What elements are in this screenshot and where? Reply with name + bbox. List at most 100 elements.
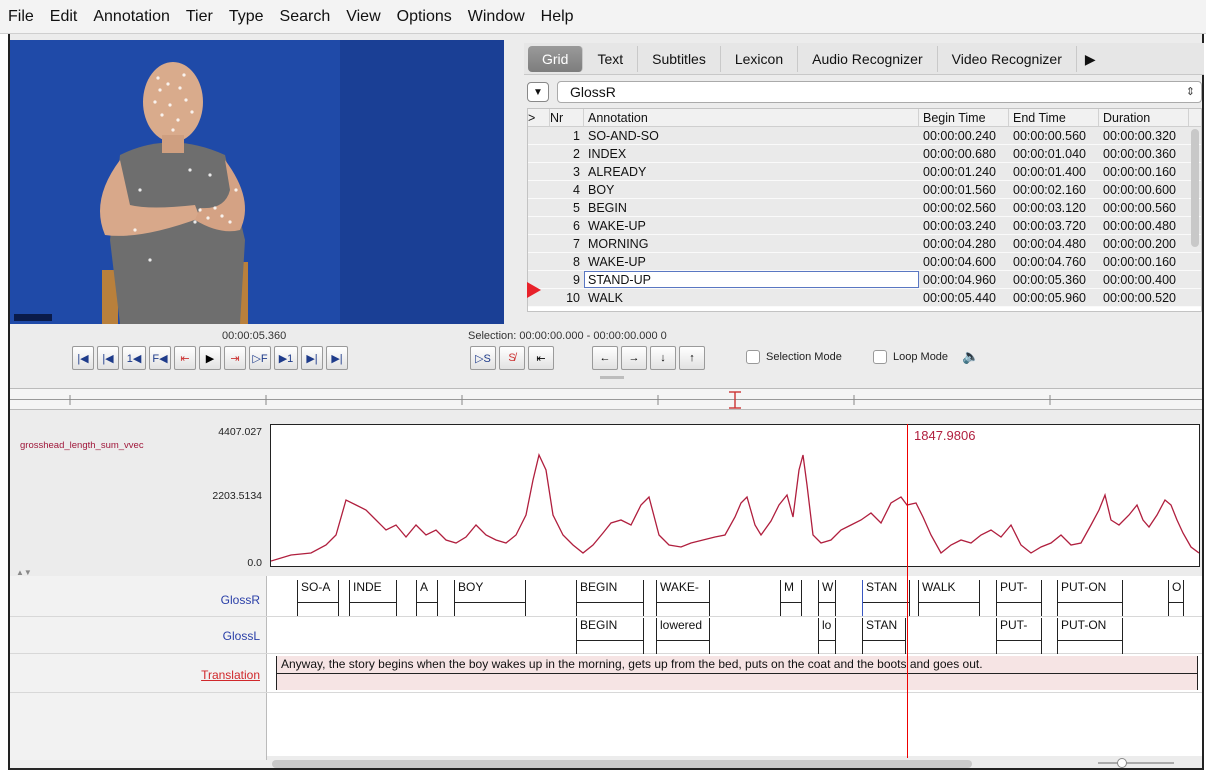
header-indicator[interactable]: > bbox=[528, 109, 550, 126]
loop-mode-label: Loop Mode bbox=[893, 351, 949, 363]
selection-mode-checkbox[interactable] bbox=[746, 350, 760, 364]
header-nr[interactable]: Nr bbox=[550, 109, 584, 126]
tier-name-glossl[interactable]: GlossL bbox=[223, 629, 260, 643]
next-frame-button[interactable]: ▶| bbox=[301, 346, 323, 370]
header-end-time[interactable]: End Time bbox=[1009, 109, 1099, 126]
table-row[interactable]: 7 MORNING 00:00:04.280 00:00:04.480 00:00:00… bbox=[528, 235, 1201, 253]
table-row[interactable]: 1 SO-AND-SO 00:00:00.240 00:00:00.560 00:00:… bbox=[528, 127, 1201, 145]
menu-tier[interactable]: Tier bbox=[186, 8, 213, 26]
annotation-glossr[interactable]: WALK bbox=[918, 580, 980, 616]
tab-scroll-right-icon[interactable]: ▶ bbox=[1077, 46, 1104, 72]
tier-separator bbox=[10, 692, 1202, 693]
annotation-glossl[interactable]: BEGIN bbox=[576, 618, 644, 654]
timeline-scrollbar[interactable] bbox=[272, 760, 972, 768]
frame-back-icon: F◀ bbox=[152, 352, 168, 365]
menu-type[interactable]: Type bbox=[229, 8, 264, 26]
annotation-glossr[interactable]: WAKE- bbox=[656, 580, 710, 616]
play-selection-button[interactable]: ▷S bbox=[470, 346, 496, 370]
row-nr: 4 bbox=[573, 183, 580, 197]
tier-up-button[interactable]: ↑ bbox=[679, 346, 705, 370]
tier-name-glossr[interactable]: GlossR bbox=[221, 593, 260, 607]
grid-body: 1 SO-AND-SO 00:00:00.240 00:00:00.560 00:00:… bbox=[528, 127, 1201, 307]
grid-scrollbar[interactable] bbox=[1191, 129, 1199, 247]
annotation-translation[interactable]: Anyway, the story begins when the boy wa… bbox=[276, 656, 1198, 690]
annotation-glossl[interactable]: lo bbox=[818, 618, 836, 654]
tab-audio-recognizer[interactable]: Audio Recognizer bbox=[798, 45, 938, 72]
clear-selection-button[interactable]: S̸ bbox=[499, 346, 525, 370]
annotation-glossr[interactable]: W bbox=[818, 580, 836, 616]
forward-one-second-button[interactable]: ▶1 bbox=[274, 346, 298, 370]
time-ruler[interactable] bbox=[10, 388, 1202, 410]
next-frame-f-button[interactable]: ▷F bbox=[249, 346, 271, 370]
previous-frame-f-button[interactable]: F◀ bbox=[149, 346, 171, 370]
annotation-glossl[interactable]: PUT- bbox=[996, 618, 1042, 654]
tier-dropdown[interactable]: GlossR ⇕ bbox=[557, 81, 1202, 103]
next-annotation-button[interactable]: → bbox=[621, 346, 647, 370]
back-one-second-button[interactable]: 1◀ bbox=[122, 346, 146, 370]
play-button[interactable]: ▶ bbox=[199, 346, 221, 370]
next-boundary-button[interactable]: ⇥ bbox=[224, 346, 246, 370]
header-annotation[interactable]: Annotation bbox=[584, 109, 919, 126]
menu-options[interactable]: Options bbox=[397, 8, 452, 26]
arrow-down-icon: ↓ bbox=[660, 352, 666, 364]
header-duration[interactable]: Duration bbox=[1099, 109, 1189, 126]
menu-window[interactable]: Window bbox=[468, 8, 525, 26]
tab-text[interactable]: Text bbox=[583, 45, 639, 72]
tab-lexicon[interactable]: Lexicon bbox=[721, 45, 799, 72]
volume-icon[interactable]: 🔈 bbox=[962, 348, 979, 365]
annotation-glossr[interactable]: INDE bbox=[349, 580, 397, 616]
table-row[interactable]: 4 BOY 00:00:01.560 00:00:02.160 00:00:00.600 bbox=[528, 181, 1201, 199]
row-annotation: WAKE-UP bbox=[588, 219, 646, 233]
annotation-glossr[interactable]: A bbox=[416, 580, 438, 616]
annotation-glossr[interactable]: BEGIN bbox=[576, 580, 644, 616]
menu-file[interactable]: File bbox=[8, 8, 34, 26]
row-indicator bbox=[528, 217, 550, 234]
menu-view[interactable]: View bbox=[346, 8, 380, 26]
table-row[interactable]: 8 WAKE-UP 00:00:04.600 00:00:04.760 00:00:00… bbox=[528, 253, 1201, 271]
table-row[interactable]: 2 INDEX 00:00:00.680 00:00:01.040 00:00:00.3… bbox=[528, 145, 1201, 163]
previous-boundary-button[interactable]: ⇤ bbox=[174, 346, 196, 370]
row-duration: 00:00:00.360 bbox=[1103, 147, 1176, 161]
loop-mode-checkbox[interactable] bbox=[873, 350, 887, 364]
tier-name-translation[interactable]: Translation bbox=[201, 668, 260, 682]
table-row[interactable]: 3 ALREADY 00:00:01.240 00:00:01.400 00:00:00… bbox=[528, 163, 1201, 181]
annotation-glossl[interactable]: STAN bbox=[862, 618, 906, 654]
annotation-glossr-selected[interactable]: STAN bbox=[862, 580, 910, 616]
annotation-grid: > Nr Annotation Begin Time End Time Dura… bbox=[527, 108, 1202, 312]
menu-bar: File Edit Annotation Tier Type Search Vi… bbox=[0, 0, 1206, 34]
menu-help[interactable]: Help bbox=[541, 8, 574, 26]
tab-grid[interactable]: Grid bbox=[528, 45, 584, 72]
selection-begin-button[interactable]: ⇤ bbox=[528, 346, 554, 370]
annotation-glossr[interactable]: PUT-ON bbox=[1057, 580, 1123, 616]
menu-edit[interactable]: Edit bbox=[50, 8, 78, 26]
row-indicator bbox=[528, 181, 550, 198]
table-row[interactable]: 5 BEGIN 00:00:02.560 00:00:03.120 00:00:00.5… bbox=[528, 199, 1201, 217]
previous-annotation-button[interactable]: ← bbox=[592, 346, 618, 370]
menu-search[interactable]: Search bbox=[280, 8, 331, 26]
previous-frame-button[interactable]: |◀ bbox=[97, 346, 119, 370]
table-row[interactable]: 6 WAKE-UP 00:00:03.240 00:00:03.720 00:00:00… bbox=[528, 217, 1201, 235]
header-begin-time[interactable]: Begin Time bbox=[919, 109, 1009, 126]
annotation-glossr[interactable]: M bbox=[780, 580, 802, 616]
menu-annotation[interactable]: Annotation bbox=[93, 8, 170, 26]
splitter-handle[interactable] bbox=[600, 376, 624, 379]
skip-to-end-icon: ▶| bbox=[331, 352, 343, 365]
zoom-slider[interactable] bbox=[1096, 758, 1176, 768]
annotation-glossl[interactable]: lowered bbox=[656, 618, 710, 654]
table-row[interactable]: 9 STAND-UP 00:00:04.960 00:00:05.360 00:00:0… bbox=[528, 271, 1201, 289]
annotation-glossr[interactable]: BOY bbox=[454, 580, 526, 616]
annotation-glossr[interactable]: O bbox=[1168, 580, 1184, 616]
tab-video-recognizer[interactable]: Video Recognizer bbox=[938, 45, 1077, 72]
annotation-glossr[interactable]: PUT- bbox=[996, 580, 1042, 616]
tab-subtitles[interactable]: Subtitles bbox=[638, 45, 721, 72]
go-to-end-button[interactable]: ▶| bbox=[326, 346, 348, 370]
tier-menu-button[interactable]: ▼ bbox=[527, 82, 549, 102]
annotation-glossr[interactable]: SO-A bbox=[297, 580, 339, 616]
go-to-begin-button[interactable]: |◀ bbox=[72, 346, 94, 370]
annotation-glossl[interactable]: PUT-ON bbox=[1057, 618, 1123, 654]
signal-plot[interactable] bbox=[270, 424, 1200, 567]
row-duration: 00:00:00.160 bbox=[1103, 255, 1176, 269]
tier-down-button[interactable]: ↓ bbox=[650, 346, 676, 370]
table-row[interactable]: 10 WALK 00:00:05.440 00:00:05.960 00:00:00.5… bbox=[528, 289, 1201, 307]
video-viewer[interactable] bbox=[10, 40, 504, 324]
